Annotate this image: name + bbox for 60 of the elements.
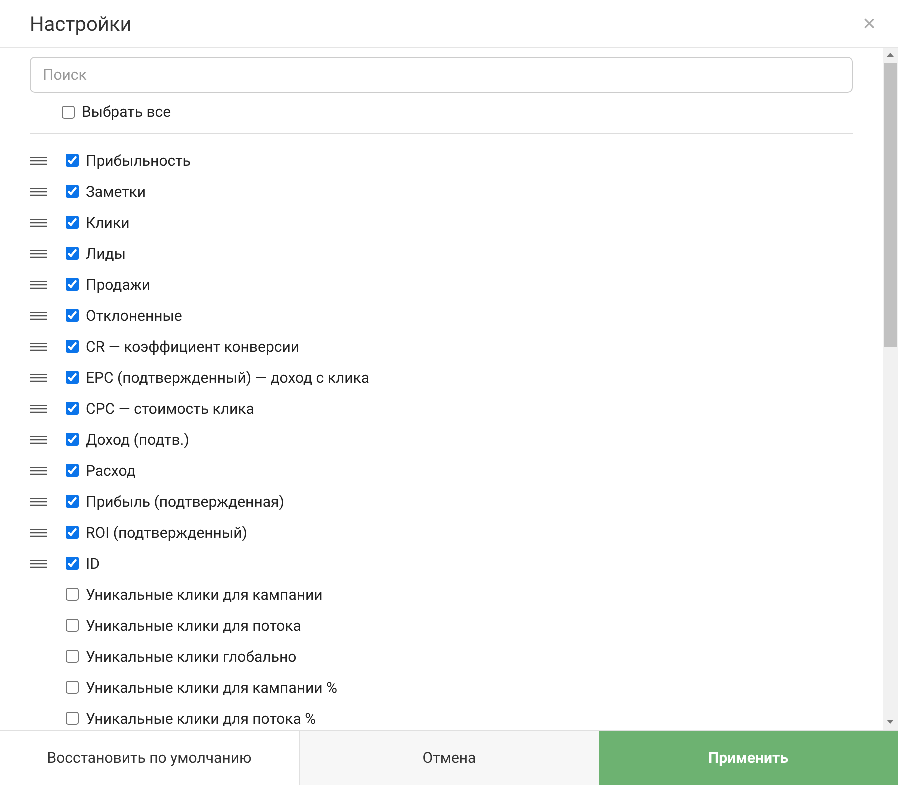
select-all-label: Выбрать все	[82, 103, 172, 121]
column-checkbox[interactable]	[66, 402, 79, 415]
drag-handle-icon[interactable]	[30, 342, 47, 350]
drag-handle-icon[interactable]	[30, 312, 47, 320]
column-label: Прибыль (подтвержденная)	[86, 492, 284, 510]
drag-handle-icon[interactable]	[30, 404, 47, 412]
column-checkbox[interactable]	[66, 433, 79, 446]
column-checkbox[interactable]	[66, 681, 79, 694]
column-checkbox[interactable]	[66, 371, 79, 384]
drag-handle-icon[interactable]	[30, 466, 47, 474]
column-checkbox[interactable]	[66, 495, 79, 508]
drag-handle-icon[interactable]	[30, 188, 47, 196]
column-label: Уникальные клики для потока	[86, 616, 302, 634]
column-checkbox[interactable]	[66, 216, 79, 229]
column-label: Уникальные клики для потока %	[86, 710, 316, 728]
column-label: Продажи	[86, 276, 151, 294]
column-label: Расход	[86, 462, 136, 480]
column-label: Лиды	[86, 244, 126, 262]
drag-handle-icon[interactable]	[30, 156, 47, 164]
column-label: CPC — стоимость клика	[86, 400, 254, 418]
column-checkbox[interactable]	[66, 526, 79, 539]
drag-handle-icon[interactable]	[30, 436, 47, 444]
column-checkbox[interactable]	[66, 464, 79, 477]
scrollbar-thumb[interactable]	[884, 63, 897, 347]
cancel-button[interactable]: Отмена	[299, 731, 599, 785]
column-checkbox[interactable]	[66, 154, 79, 167]
column-label: EPC (подтвержденный) — доход с клика	[86, 368, 370, 386]
column-checkbox[interactable]	[66, 619, 79, 632]
drag-handle-icon[interactable]	[30, 218, 47, 226]
scroll-down-icon[interactable]	[887, 720, 894, 724]
column-checkbox[interactable]	[66, 650, 79, 663]
drag-handle-icon[interactable]	[30, 250, 47, 258]
column-label: Клики	[86, 214, 130, 232]
column-label: ROI (подтвержденный)	[86, 524, 248, 542]
column-checkbox[interactable]	[66, 247, 79, 260]
column-checkbox[interactable]	[66, 557, 79, 570]
drag-handle-icon[interactable]	[30, 528, 47, 536]
column-checkbox[interactable]	[66, 185, 79, 198]
column-checkbox[interactable]	[66, 588, 79, 601]
column-checkbox[interactable]	[66, 340, 79, 353]
column-label: CR — коэффициент конверсии	[86, 338, 300, 356]
column-label: ID	[86, 554, 100, 572]
drag-handle-icon[interactable]	[30, 498, 47, 506]
column-label: Заметки	[86, 182, 146, 200]
column-label: Доход (подтв.)	[86, 430, 190, 448]
column-checkbox[interactable]	[66, 712, 79, 725]
drag-handle-icon[interactable]	[30, 560, 47, 568]
column-label: Отклоненные	[86, 306, 182, 324]
drag-handle-icon[interactable]	[30, 374, 47, 382]
column-checkbox[interactable]	[66, 309, 79, 322]
select-all-checkbox[interactable]	[62, 106, 75, 118]
drag-handle-icon[interactable]	[30, 280, 47, 288]
search-field[interactable]: Поиск	[30, 57, 853, 93]
scroll-up-icon[interactable]	[887, 53, 894, 57]
column-label: Прибыльность	[86, 152, 191, 170]
dialog-title: Настройки	[30, 12, 132, 36]
column-label: Уникальные клики для кампании	[86, 586, 323, 604]
column-label: Уникальные клики глобально	[86, 648, 297, 666]
column-checkbox[interactable]	[66, 278, 79, 291]
column-label: Уникальные клики для кампании %	[86, 678, 338, 696]
